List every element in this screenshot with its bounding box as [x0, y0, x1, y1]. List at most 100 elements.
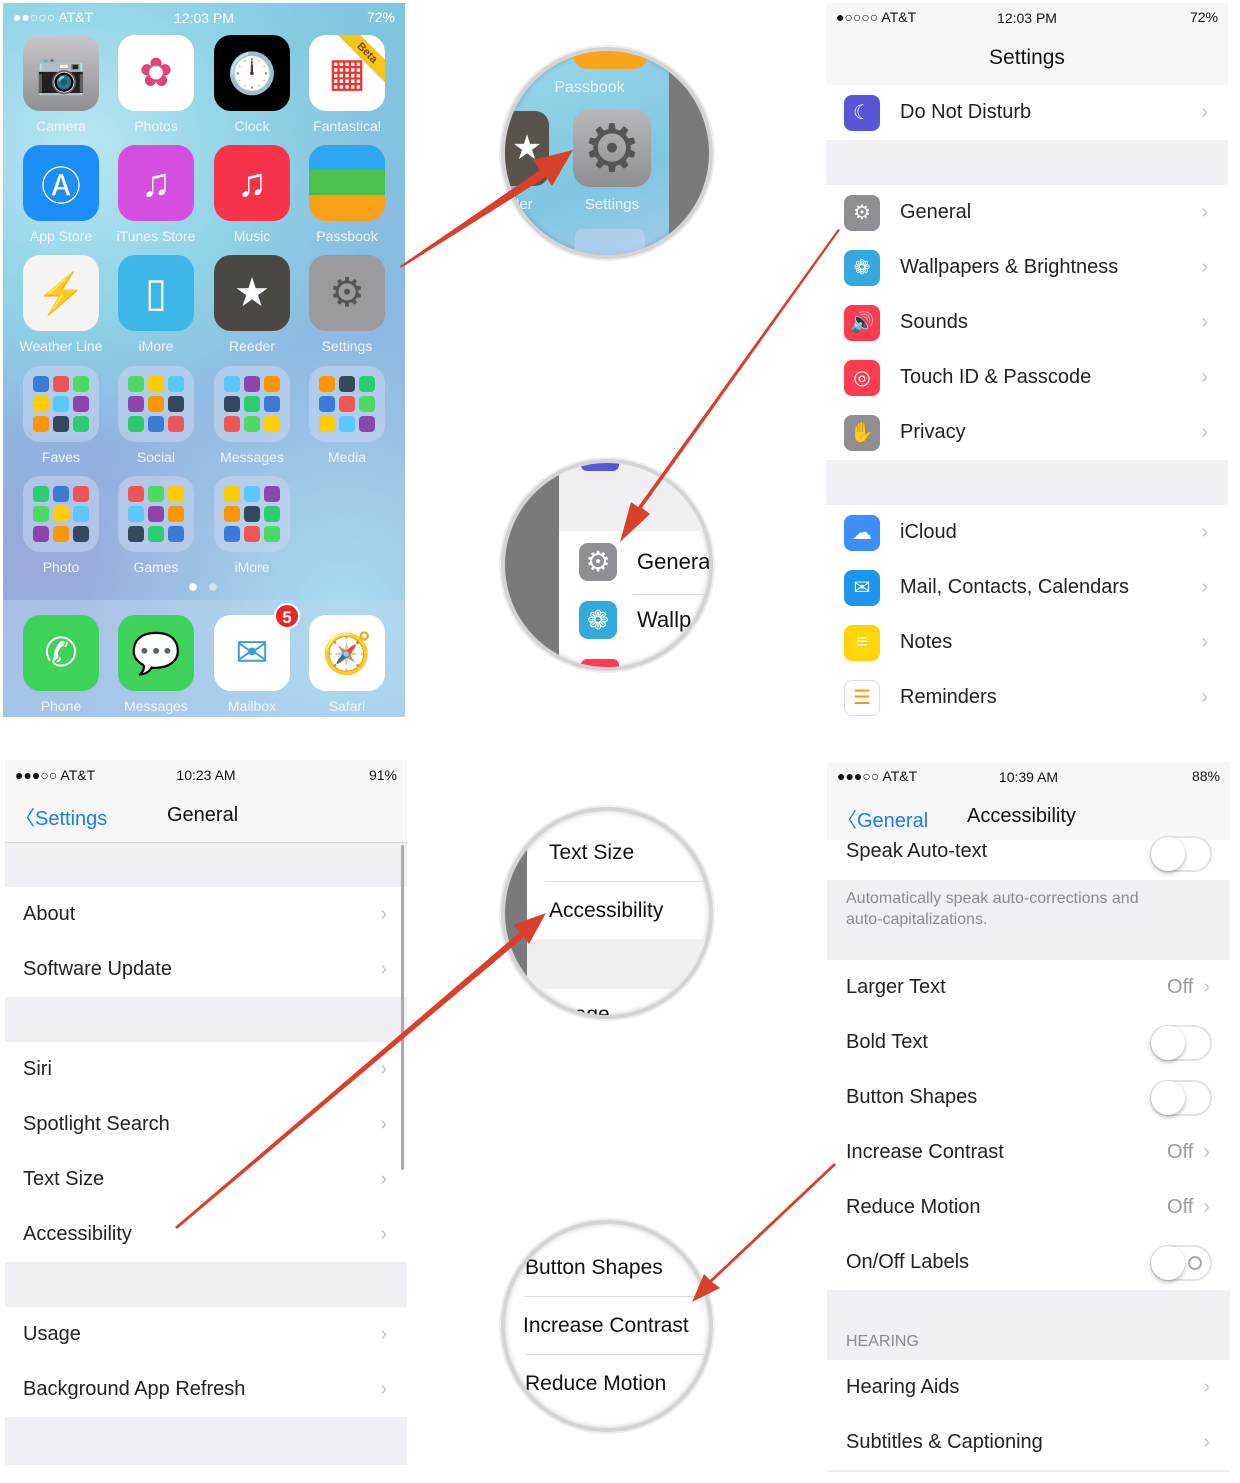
folder-photo[interactable]: Photo: [23, 476, 99, 575]
app-phone[interactable]: ✆ Phone: [23, 615, 99, 714]
general-item-usage[interactable]: Usage ›: [5, 1307, 407, 1362]
accessibility-label-zoomed: Accessibility: [549, 899, 664, 922]
chevron-right-icon: ›: [1201, 311, 1208, 333]
general-item-background-app-refresh[interactable]: Background App Refresh ›: [5, 1362, 407, 1417]
accessibility-item-larger-text[interactable]: Larger Text Off ›: [827, 960, 1230, 1015]
page-title: Settings: [989, 46, 1065, 69]
accessibility-item-bold-text[interactable]: Bold Text: [827, 1015, 1230, 1070]
reduce-motion-label-zoomed: Reduce Motion: [525, 1372, 667, 1395]
phone-icon: ✆: [23, 615, 99, 691]
settings-item-notes[interactable]: ≡ Notes ›: [826, 615, 1228, 670]
app-fantastical[interactable]: ▦ Beta Fantastical: [309, 35, 385, 134]
app-mailbox[interactable]: ✉ Mailbox 5: [214, 603, 300, 714]
folder-messages[interactable]: Messages: [214, 366, 290, 465]
off-indicator-icon: [1188, 1255, 1202, 1270]
app-clock[interactable]: 🕛 Clock: [214, 35, 290, 134]
scrollbar[interactable]: [401, 845, 404, 1170]
row-label: Bold Text: [846, 1031, 928, 1053]
gear-icon: ⚙: [579, 543, 617, 581]
gear-icon: ⚙: [844, 194, 880, 231]
row-label: Speak Auto-text: [846, 840, 988, 862]
page-indicator[interactable]: [189, 583, 219, 591]
passbook-label: Passbook: [554, 79, 625, 96]
app-app-store[interactable]: Ⓐ App Store: [23, 145, 99, 244]
app-settings[interactable]: ⚙ Settings: [309, 255, 385, 354]
general-item-text-size[interactable]: Text Size ›: [5, 1152, 407, 1207]
folder-label: Media: [327, 449, 367, 465]
back-button[interactable]: 〈General: [837, 804, 928, 833]
status-bar: ●●●○○ AT&T 10:23 AM 91%: [5, 760, 407, 790]
app-imore[interactable]: ▯ iMore: [118, 255, 194, 354]
folder-media[interactable]: Media: [309, 366, 385, 465]
settings-item-general[interactable]: ⚙ General ›: [826, 185, 1228, 240]
button-shapes-toggle[interactable]: [1150, 1079, 1212, 1116]
calendar-icon: ▦ Beta: [309, 35, 385, 111]
accessibility-item-on-off-labels[interactable]: On/Off Labels: [827, 1235, 1230, 1290]
gear-icon[interactable]: ⚙: [573, 109, 651, 187]
row-label: Usage: [23, 1323, 81, 1345]
on-off-labels-toggle[interactable]: [1150, 1244, 1212, 1281]
general-item-about[interactable]: About ›: [5, 887, 407, 942]
app-weather-line[interactable]: ⚡ Weather Line: [19, 255, 103, 354]
row-label: Text Size: [23, 1168, 105, 1190]
chevron-right-icon: ›: [380, 1058, 387, 1080]
app-safari[interactable]: 🧭 Safari: [309, 615, 385, 714]
settings-item-do-not-disturb[interactable]: ☾ Do Not Disturb ›: [826, 85, 1228, 140]
settings-item-icloud[interactable]: ☁ iCloud ›: [826, 505, 1228, 560]
accessibility-item-hearing-aids[interactable]: Hearing Aids ›: [827, 1360, 1230, 1415]
row-label: Reduce Motion: [846, 1196, 981, 1218]
chevron-right-icon: ›: [380, 1223, 387, 1245]
button-shapes-label-zoomed: Button Shapes: [525, 1256, 663, 1279]
increase-contrast-label-zoomed: Increase Contrast: [523, 1314, 689, 1337]
callout-general-row: ⚙ Genera ❁ Wallp: [501, 459, 713, 671]
general-item-accessibility[interactable]: Accessibility ›: [5, 1207, 407, 1262]
app-passbook[interactable]: Passbook: [309, 145, 385, 244]
general-item-spotlight-search[interactable]: Spotlight Search ›: [5, 1097, 407, 1152]
general-item-siri[interactable]: Siri ›: [5, 1042, 407, 1097]
settings-item-sounds[interactable]: 🔊 Sounds ›: [826, 295, 1228, 350]
settings-item-privacy[interactable]: ✋ Privacy ›: [826, 405, 1228, 460]
accessibility-item-button-shapes[interactable]: Button Shapes: [827, 1070, 1230, 1125]
app-music[interactable]: ♫ Music: [214, 145, 290, 244]
speaker-icon: 🔊: [844, 304, 880, 341]
weather-icon: ⚡: [23, 255, 99, 331]
app-camera[interactable]: 📷 Camera: [23, 35, 99, 134]
folder-games[interactable]: Games: [118, 476, 194, 575]
accessibility-item-increase-contrast[interactable]: Increase Contrast Off ›: [827, 1125, 1230, 1180]
app-messages[interactable]: 💬 Messages: [118, 615, 194, 714]
folder-icon: [309, 366, 385, 442]
row-label: Spotlight Search: [23, 1113, 170, 1135]
app-reeder[interactable]: ★ Reeder: [214, 255, 290, 354]
back-button[interactable]: 〈Settings: [15, 802, 107, 831]
speak-auto-text-toggle[interactable]: [1150, 836, 1212, 872]
callout-settings-icon: Passbook ★ ⚙ der Settings: [501, 47, 713, 259]
bold-text-toggle[interactable]: [1150, 1024, 1212, 1061]
folder-icon: [23, 476, 99, 552]
usage-label-zoomed: Usage: [549, 1003, 610, 1019]
settings-item-wallpapers-brightness[interactable]: ❁ Wallpapers & Brightness ›: [826, 240, 1228, 295]
general-item-software-update[interactable]: Software Update ›: [5, 942, 407, 997]
row-label: About: [23, 903, 76, 925]
chevron-right-icon: ›: [1203, 1431, 1210, 1453]
status-bar: ●●●○○ AT&T 10:39 AM 88%: [827, 762, 1230, 790]
folder-social[interactable]: Social: [118, 366, 194, 465]
folder-icon: [118, 476, 194, 552]
row-label: Do Not Disturb: [900, 101, 1032, 123]
settings-label: Settings: [584, 196, 640, 213]
row-label: Increase Contrast: [846, 1141, 1004, 1163]
phone-device-icon: ▯: [118, 255, 194, 331]
row-label: Sounds: [900, 311, 968, 333]
settings-item-touch-id-passcode[interactable]: ◎ Touch ID & Passcode ›: [826, 350, 1228, 405]
notification-badge: 5: [274, 603, 300, 629]
footer-text: Automatically speak auto-corrections and…: [846, 890, 1139, 928]
settings-item-mail-contacts-calendars[interactable]: ✉ Mail, Contacts, Calendars ›: [826, 560, 1228, 615]
app-itunes-store[interactable]: ♫ iTunes Store: [117, 145, 195, 244]
folder-imore[interactable]: iMore: [214, 476, 290, 575]
settings-item-reminders[interactable]: ☰ Reminders ›: [826, 670, 1228, 717]
accessibility-item-subtitles-captioning[interactable]: Subtitles & Captioning ›: [827, 1415, 1230, 1470]
nav-bar: 〈Settings General: [5, 790, 407, 843]
speak-auto-text-row[interactable]: Speak Auto-text: [827, 836, 1230, 880]
folder-faves[interactable]: Faves: [23, 366, 99, 465]
app-photos[interactable]: ✿ Photos: [118, 35, 194, 134]
accessibility-item-reduce-motion[interactable]: Reduce Motion Off ›: [827, 1180, 1230, 1235]
